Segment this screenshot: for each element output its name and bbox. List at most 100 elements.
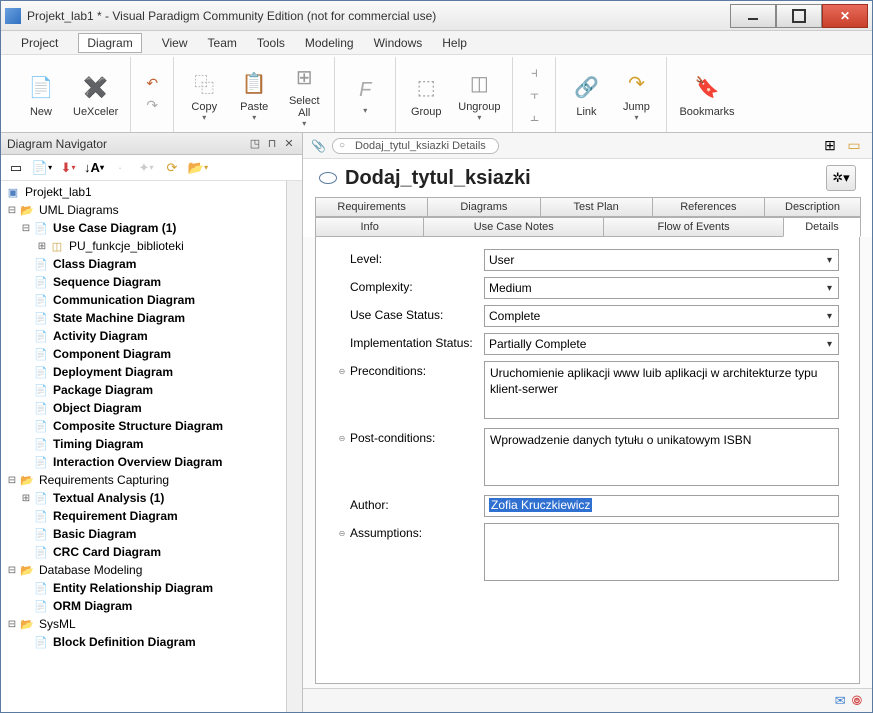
- maximize-button[interactable]: [776, 4, 822, 28]
- layout-icon-1[interactable]: ⊞: [820, 137, 840, 155]
- nav-btn-3[interactable]: ⬇▾: [57, 157, 79, 179]
- tree-req-cap[interactable]: ⊟📂Requirements Capturing: [3, 471, 284, 489]
- impl-select[interactable]: Partially Complete: [484, 333, 839, 355]
- tree-root[interactable]: ▣Projekt_lab1: [3, 183, 284, 201]
- jump-button[interactable]: ↷ Jump▾: [614, 65, 658, 124]
- uexceler-button[interactable]: ✖️ UeXceler: [69, 70, 122, 120]
- tree-item[interactable]: 📄Interaction Overview Diagram: [3, 453, 284, 471]
- menu-team[interactable]: Team: [208, 36, 237, 50]
- diagram-icon: 📄: [33, 274, 49, 290]
- format-button[interactable]: F ▾: [343, 72, 387, 117]
- complexity-select[interactable]: Medium: [484, 277, 839, 299]
- tab-references[interactable]: References: [652, 197, 765, 217]
- menu-tools[interactable]: Tools: [257, 36, 285, 50]
- tab-info[interactable]: Info: [315, 217, 424, 237]
- panel-close-icon[interactable]: ✕: [282, 137, 296, 151]
- alert-icon[interactable]: 🞋: [852, 693, 862, 709]
- tab-diagrams[interactable]: Diagrams: [427, 197, 540, 217]
- statusbar: ✉ 🞋: [303, 688, 872, 712]
- tab-description[interactable]: Description: [764, 197, 861, 217]
- tree-item[interactable]: 📄Package Diagram: [3, 381, 284, 399]
- nav-btn-5[interactable]: ✦▾: [135, 157, 157, 179]
- tree-textual[interactable]: ⊞📄Textual Analysis (1): [3, 489, 284, 507]
- diagram-icon: 📄: [33, 526, 49, 542]
- tab-details[interactable]: Details: [783, 217, 861, 237]
- tree-item[interactable]: 📄Entity Relationship Diagram: [3, 579, 284, 597]
- tree-item[interactable]: 📄Object Diagram: [3, 399, 284, 417]
- bookmarks-button[interactable]: 🔖 Bookmarks: [675, 70, 738, 120]
- panel-restore-icon[interactable]: ◳: [248, 137, 262, 151]
- nav-btn-7[interactable]: 📂▾: [187, 157, 209, 179]
- project-icon: ▣: [5, 184, 21, 200]
- diagram-icon: 📄: [33, 598, 49, 614]
- tree-usecase[interactable]: ⊟📄Use Case Diagram (1): [3, 219, 284, 237]
- tree-item[interactable]: 📄Timing Diagram: [3, 435, 284, 453]
- breadcrumb[interactable]: Dodaj_tytul_ksiazki Details: [332, 138, 499, 154]
- tree-item[interactable]: 📄Block Definition Diagram: [3, 633, 284, 651]
- nav-btn-2[interactable]: 📄▾: [31, 157, 53, 179]
- postconditions-input[interactable]: [484, 428, 839, 486]
- tab-usecasenotes[interactable]: Use Case Notes: [423, 217, 604, 237]
- nav-btn-1[interactable]: ▭: [5, 157, 27, 179]
- redo-button[interactable]: ↷: [143, 97, 161, 115]
- collapse-icon[interactable]: ⊖: [336, 434, 348, 443]
- minimize-button[interactable]: [730, 4, 776, 28]
- diagram-icon: 📄: [33, 544, 49, 560]
- select-all-button[interactable]: ⊞ Select All▾: [282, 59, 326, 130]
- tree-scrollbar[interactable]: [286, 181, 302, 712]
- assumptions-input[interactable]: [484, 523, 839, 581]
- tree-item[interactable]: 📄Component Diagram: [3, 345, 284, 363]
- link-button[interactable]: 🔗 Link: [564, 70, 608, 120]
- tree-item[interactable]: 📄ORM Diagram: [3, 597, 284, 615]
- tree-uml[interactable]: ⊟📂UML Diagrams: [3, 201, 284, 219]
- menu-windows[interactable]: Windows: [374, 36, 423, 50]
- tab-testplan[interactable]: Test Plan: [540, 197, 653, 217]
- gear-button[interactable]: ✲▾: [826, 165, 856, 191]
- nav-btn-4[interactable]: ↓A▾: [83, 157, 105, 179]
- detail-title-row: Dodaj_tytul_ksiazki ✲▾: [303, 159, 872, 197]
- copy-button[interactable]: ⿻ Copy▾: [182, 65, 226, 124]
- tree[interactable]: ▣Projekt_lab1 ⊟📂UML Diagrams ⊟📄Use Case …: [1, 181, 286, 712]
- window-title: Projekt_lab1 * - Visual Paradigm Communi…: [27, 9, 730, 23]
- undo-button[interactable]: ↶: [143, 75, 161, 93]
- tree-item[interactable]: 📄CRC Card Diagram: [3, 543, 284, 561]
- menu-project[interactable]: Project: [21, 36, 58, 50]
- level-select[interactable]: User: [484, 249, 839, 271]
- tree-db[interactable]: ⊟📂Database Modeling: [3, 561, 284, 579]
- tab-requirements[interactable]: Requirements: [315, 197, 428, 217]
- tree-item[interactable]: 📄Class Diagram: [3, 255, 284, 273]
- preconditions-input[interactable]: [484, 361, 839, 419]
- tree-item[interactable]: 📄State Machine Diagram: [3, 309, 284, 327]
- layout-icon-2[interactable]: ▭: [844, 137, 864, 155]
- tree-sysml[interactable]: ⊟📂SysML: [3, 615, 284, 633]
- mail-icon[interactable]: ✉: [835, 693, 846, 709]
- ungroup-button[interactable]: ◫ Ungroup▾: [454, 65, 504, 124]
- align-button-1[interactable]: ⫞: [525, 64, 543, 82]
- tree-item[interactable]: 📄Sequence Diagram: [3, 273, 284, 291]
- collapse-icon[interactable]: ⊖: [336, 367, 348, 376]
- new-button[interactable]: 📄 New: [19, 70, 63, 120]
- diagram-icon: 📄: [33, 490, 49, 506]
- status-select[interactable]: Complete: [484, 305, 839, 327]
- menu-help[interactable]: Help: [442, 36, 467, 50]
- menu-view[interactable]: View: [162, 36, 188, 50]
- align-button-3[interactable]: ⫠: [525, 108, 543, 126]
- tab-flowofevents[interactable]: Flow of Events: [603, 217, 784, 237]
- tree-item[interactable]: 📄Composite Structure Diagram: [3, 417, 284, 435]
- menu-diagram[interactable]: Diagram: [78, 33, 141, 53]
- tree-pu-funkcje[interactable]: ⊞◫PU_funkcje_biblioteki: [3, 237, 284, 255]
- collapse-icon[interactable]: ⊖: [336, 529, 348, 538]
- tree-item[interactable]: 📄Deployment Diagram: [3, 363, 284, 381]
- tree-item[interactable]: 📄Activity Diagram: [3, 327, 284, 345]
- nav-btn-6[interactable]: ⟳: [161, 157, 183, 179]
- panel-pin-icon[interactable]: ⊓: [265, 137, 279, 151]
- tree-item[interactable]: 📄Requirement Diagram: [3, 507, 284, 525]
- tree-item[interactable]: 📄Basic Diagram: [3, 525, 284, 543]
- group-button[interactable]: ⬚ Group: [404, 70, 448, 120]
- author-input[interactable]: Zofia Kruczkiewicz: [484, 495, 839, 517]
- align-button-2[interactable]: ⫟: [525, 86, 543, 104]
- close-button[interactable]: [822, 4, 868, 28]
- menu-modeling[interactable]: Modeling: [305, 36, 354, 50]
- paste-button[interactable]: 📋 Paste▾: [232, 65, 276, 124]
- tree-item[interactable]: 📄Communication Diagram: [3, 291, 284, 309]
